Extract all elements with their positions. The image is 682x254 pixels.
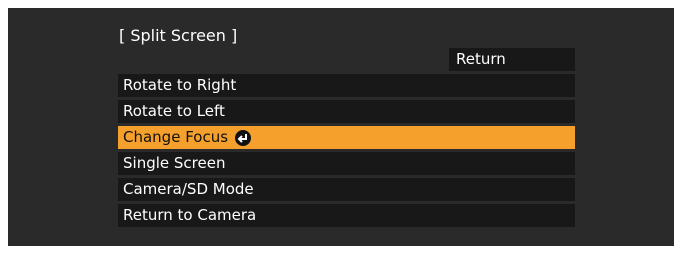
menu-item-label: Return to Camera [123,206,257,224]
menu-item-label: Change Focus [123,128,229,146]
menu-item-camera-sd-mode[interactable]: Camera/SD Mode [118,178,575,201]
split-screen-menu: [ Split Screen ] Return Rotate to Right … [8,8,674,246]
return-button[interactable]: Return [449,48,575,71]
menu-list: Rotate to Right Rotate to Left Change Fo… [118,74,575,230]
menu-item-label: Single Screen [123,154,226,172]
enter-icon [235,129,252,146]
menu-item-single-screen[interactable]: Single Screen [118,152,575,175]
menu-item-return-to-camera[interactable]: Return to Camera [118,204,575,227]
menu-item-label: Camera/SD Mode [123,180,254,198]
menu-item-label: Rotate to Right [123,76,237,94]
menu-title: [ Split Screen ] [119,26,238,45]
menu-item-label: Rotate to Left [123,102,225,120]
menu-item-rotate-to-left[interactable]: Rotate to Left [118,100,575,123]
menu-item-rotate-to-right[interactable]: Rotate to Right [118,74,575,97]
menu-item-change-focus[interactable]: Change Focus [118,126,575,149]
